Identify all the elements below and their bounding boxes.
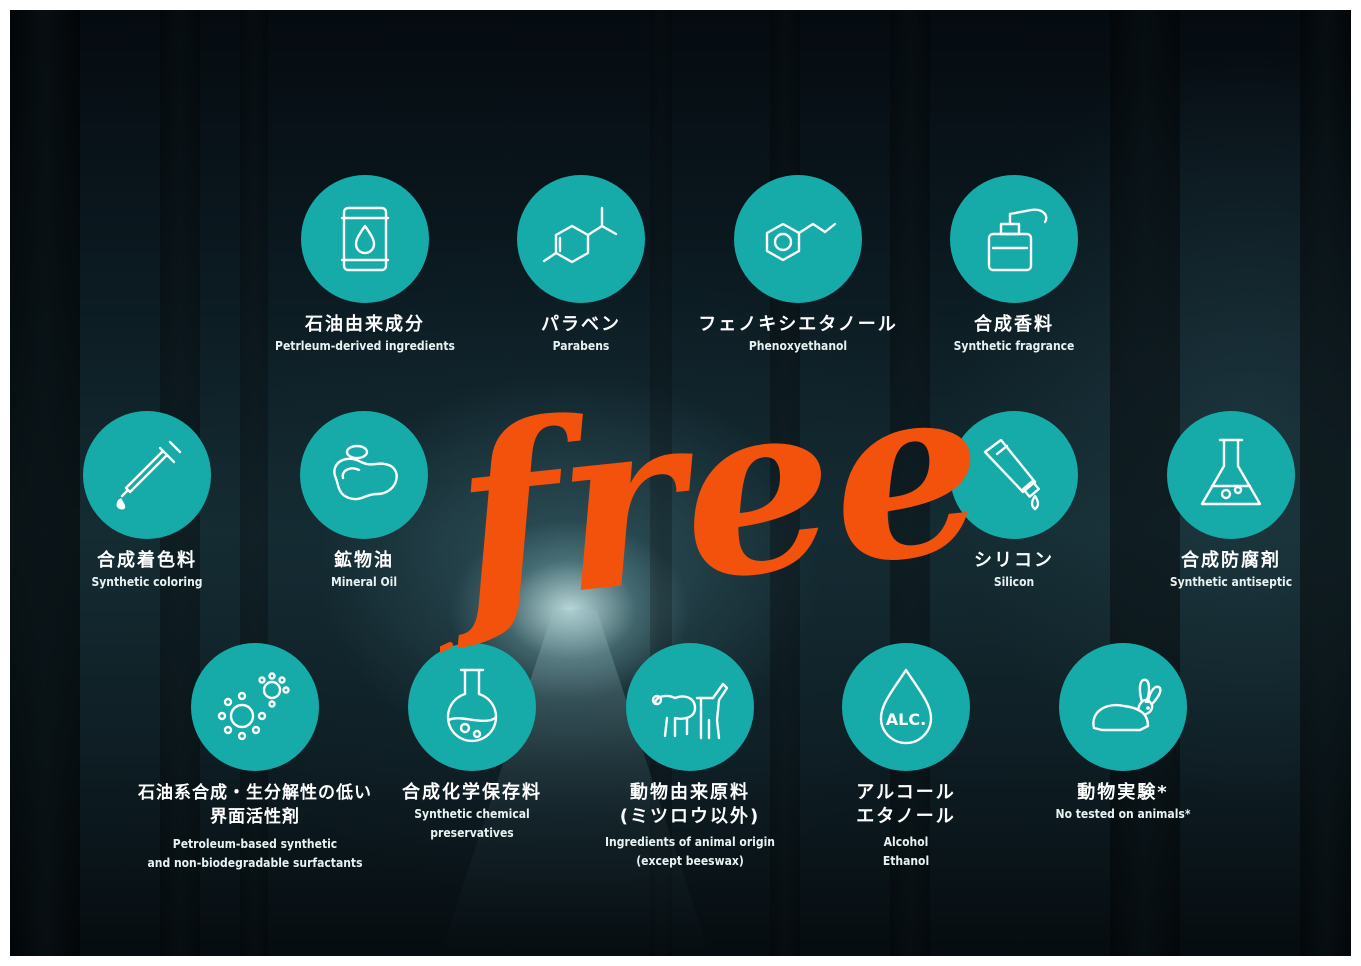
- flask-icon: [1167, 411, 1295, 539]
- item-jp-label: 動物実験*: [1077, 782, 1169, 803]
- perfume-bottle-icon: [950, 175, 1078, 303]
- free-item: 動物実験* No tested on animals*: [988, 643, 1258, 824]
- free-headline-text: free: [440, 355, 996, 659]
- alc-icon-text: ALC.: [886, 710, 926, 729]
- rabbit-icon: [1059, 643, 1187, 771]
- phenoxyethanol-molecule-icon: [734, 175, 862, 303]
- paraben-molecule-icon: [517, 175, 645, 303]
- free-headline: free: [440, 355, 996, 659]
- bacteria-icon: [191, 643, 319, 771]
- item-en-label: Synthetic fragrance: [953, 339, 1075, 353]
- dropper-icon: [83, 411, 211, 539]
- item-en-label: and non-biodegradable surfactants: [147, 856, 363, 870]
- item-en-label: Alcohol: [883, 835, 929, 849]
- free-item: 合成防腐剤 Synthetic antiseptic: [1096, 411, 1361, 592]
- item-jp-label: 合成防腐剤: [1181, 550, 1281, 571]
- item-en-label: Ethanol: [882, 854, 930, 868]
- item-en-label: Synthetic antiseptic: [1169, 575, 1293, 589]
- oil-barrel-icon: [301, 175, 429, 303]
- item-en-label: No tested on animals*: [1055, 807, 1191, 821]
- item-jp-label: 合成香料: [974, 314, 1054, 335]
- free-item: 合成香料 Synthetic fragrance: [879, 175, 1149, 356]
- oil-puddle-icon: [300, 411, 428, 539]
